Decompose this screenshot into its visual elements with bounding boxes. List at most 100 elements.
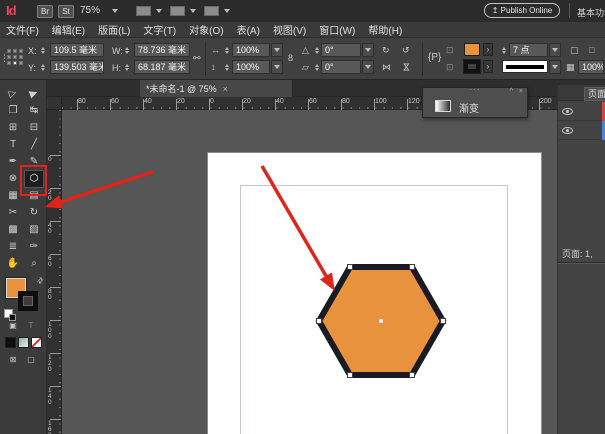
anchor-point[interactable] xyxy=(410,265,415,270)
apply-none-button[interactable] xyxy=(31,337,42,348)
flip-vertical-button[interactable]: ⋈ xyxy=(400,63,414,72)
gradient-feather-tool[interactable]: ▨ xyxy=(25,222,43,238)
menu-item-5[interactable]: 表(A) xyxy=(237,22,260,37)
visibility-eye-icon[interactable] xyxy=(562,127,573,134)
view-options-icon[interactable] xyxy=(136,6,151,16)
collapse-panel-icon[interactable]: ^ xyxy=(510,88,513,96)
bridge-button[interactable]: Br xyxy=(37,5,53,18)
anchor-point[interactable] xyxy=(441,319,446,324)
gradient-swatch-tool[interactable]: ▩ xyxy=(4,222,22,238)
visibility-eye-icon[interactable] xyxy=(562,108,573,115)
stroke-weight-dropdown[interactable] xyxy=(549,43,561,57)
hexagon-object[interactable] xyxy=(300,245,462,397)
anchor-point[interactable] xyxy=(348,265,353,270)
reference-point-proxy[interactable] xyxy=(7,49,23,65)
gap-tool[interactable]: ↹ xyxy=(25,103,43,119)
hexagon-center-point[interactable] xyxy=(379,319,383,323)
content-collector-tool[interactable]: ⊞ xyxy=(4,120,22,136)
constrain-scale-icon[interactable]: 8 xyxy=(288,51,293,65)
y-field[interactable]: 139.503 毫米 xyxy=(50,60,104,74)
type-tool[interactable]: T xyxy=(4,137,22,153)
stroke-color-swatch[interactable] xyxy=(464,60,480,73)
select-container-icon[interactable]: {P} xyxy=(428,51,441,65)
formatting-affects-container-button[interactable]: ▣ xyxy=(6,320,20,332)
direct-selection-tool[interactable]: ▷ xyxy=(4,86,22,102)
close-panel-icon[interactable]: × xyxy=(519,88,523,96)
rotation-field[interactable]: 0° xyxy=(321,43,361,57)
ruler-corner[interactable] xyxy=(47,97,62,110)
menu-item-3[interactable]: 文字(T) xyxy=(143,22,176,37)
fill-expand-button[interactable]: › xyxy=(483,43,493,56)
normal-view-mode-button[interactable]: ⊠ xyxy=(6,354,20,366)
line-tool[interactable]: ╱ xyxy=(25,137,43,153)
scale-y-stepper[interactable] xyxy=(223,60,230,74)
view-options-dropdown-icon[interactable] xyxy=(156,9,162,13)
corner-options-icon[interactable]: ▢ xyxy=(570,43,579,57)
stroke-weight-stepper[interactable] xyxy=(500,43,507,57)
anchor-point[interactable] xyxy=(410,373,415,378)
scale-x-stepper[interactable] xyxy=(223,43,230,57)
menu-item-6[interactable]: 视图(V) xyxy=(273,22,306,37)
rotation-dropdown[interactable] xyxy=(362,43,374,57)
menu-item-2[interactable]: 版面(L) xyxy=(98,22,130,37)
shear-stepper[interactable] xyxy=(313,60,320,74)
stroke-expand-button[interactable]: › xyxy=(483,60,493,73)
panel-row-0[interactable] xyxy=(558,102,605,121)
content-placer-tool[interactable]: ⊟ xyxy=(25,120,43,136)
page-tool[interactable]: ❐ xyxy=(4,103,22,119)
menu-item-4[interactable]: 对象(O) xyxy=(189,22,223,37)
opacity-field[interactable]: 100% xyxy=(578,60,604,74)
stock-button[interactable]: St xyxy=(58,5,74,18)
corner-shape-icon[interactable]: □ xyxy=(589,43,594,57)
flip-horizontal-button[interactable]: ⋈ xyxy=(382,60,391,74)
gradient-swatch-icon[interactable] xyxy=(435,100,451,112)
zoom-tool[interactable]: ⌕ xyxy=(25,256,43,272)
h-field[interactable]: 68.187 毫米 xyxy=(134,60,190,74)
document-tab[interactable]: *未命名-1 @ 75% × xyxy=(140,80,293,97)
zoom-level-value[interactable]: 75% xyxy=(80,5,100,16)
menu-item-8[interactable]: 帮助(H) xyxy=(368,22,402,37)
scissors-tool[interactable]: ✂ xyxy=(4,205,22,221)
free-transform-tool[interactable]: ↻ xyxy=(25,205,43,221)
y-stepper[interactable] xyxy=(39,60,46,74)
selection-tool[interactable]: ▶ xyxy=(25,86,43,102)
fitting-icon[interactable]: ⊡ xyxy=(446,43,454,57)
formatting-affects-text-button[interactable]: T xyxy=(24,320,38,332)
shear-field[interactable]: 0° xyxy=(321,60,361,74)
rotation-stepper[interactable] xyxy=(313,43,320,57)
stroke-weight-field[interactable]: 7 点 xyxy=(509,43,548,57)
stroke-color-selector[interactable] xyxy=(18,291,38,311)
tab-close-icon[interactable]: × xyxy=(223,84,228,94)
stroke-style-dropdown[interactable] xyxy=(549,60,561,74)
shear-dropdown[interactable] xyxy=(362,60,374,74)
panel-row-1[interactable] xyxy=(558,121,605,140)
menu-item-0[interactable]: 文件(F) xyxy=(6,22,39,37)
vertical-ruler[interactable]: 020406080100120140160 xyxy=(47,110,62,434)
swap-fill-stroke-icon[interactable]: ⇄ xyxy=(35,275,46,286)
gradient-panel-header[interactable]: ··· ^ × xyxy=(423,88,527,97)
scale-y-field[interactable]: 100% xyxy=(232,60,270,74)
eyedropper-tool[interactable]: ✑ xyxy=(25,239,43,255)
screen-mode-icon[interactable] xyxy=(170,6,185,16)
menu-item-7[interactable]: 窗口(W) xyxy=(319,22,355,37)
pages-panel-tab[interactable]: 页面 xyxy=(584,87,605,101)
anchor-point[interactable] xyxy=(317,319,322,324)
arrange-documents-dropdown-icon[interactable] xyxy=(224,9,230,13)
fitting-icon[interactable]: ⊡ xyxy=(446,60,454,74)
anchor-point[interactable] xyxy=(348,373,353,378)
rotate-cw-button[interactable]: ↻ xyxy=(382,43,390,57)
default-fill-stroke-icon[interactable] xyxy=(4,309,13,318)
x-stepper[interactable] xyxy=(39,43,46,57)
apply-color-button[interactable] xyxy=(5,337,16,348)
screen-mode-dropdown-icon[interactable] xyxy=(190,9,196,13)
fill-color-swatch[interactable] xyxy=(464,43,480,56)
stroke-style-field[interactable] xyxy=(502,60,548,73)
w-field[interactable]: 78.736 毫米 xyxy=(134,43,190,57)
apply-gradient-button[interactable] xyxy=(18,337,29,348)
publish-online-button[interactable]: ↥ Publish Online xyxy=(484,3,560,18)
rotate-ccw-button[interactable]: ↺ xyxy=(402,43,410,57)
workspace-switcher[interactable]: 基本功能 xyxy=(577,6,605,19)
w-stepper[interactable] xyxy=(123,43,130,57)
zoom-level-dropdown-icon[interactable] xyxy=(112,9,118,13)
note-tool[interactable]: ≣ xyxy=(4,239,22,255)
